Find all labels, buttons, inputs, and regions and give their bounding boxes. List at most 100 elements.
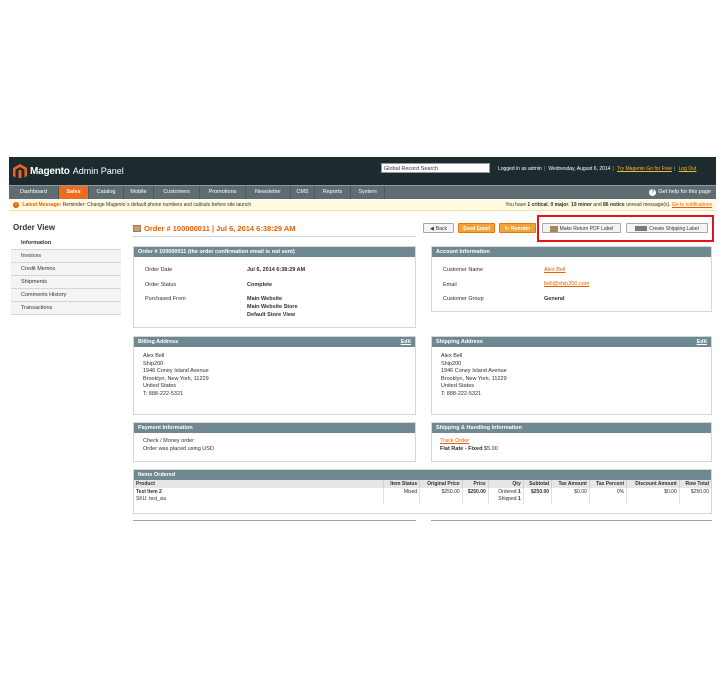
minor-count: 19 minor [571,202,592,208]
sidebar-item-comments-history[interactable]: Comments History [11,289,121,302]
sidebar-item-information[interactable]: Information [11,237,121,250]
nav-promotions[interactable]: Promotions [200,186,246,199]
col-tax-percent: Tax Percent [589,480,628,488]
help-icon: ? [649,189,657,196]
subtotal-cell: $250.00 [523,488,553,504]
logout-link[interactable]: Log Out [679,166,697,172]
shipping-edit-link[interactable]: Edit [697,337,707,347]
order-info-head: Order # 100000011 (the order confirmatio… [134,247,415,257]
payment-method: Check / Money order [143,438,195,444]
col-product: Product [134,480,384,488]
nav-system[interactable]: System [351,186,385,199]
tax-percent-cell: 0% [589,488,628,504]
latest-message: ! Latest Message: Reminder: Change Magen… [13,200,251,211]
admin-header: Magento Admin Panel Global Record Search… [9,157,716,185]
title-divider [133,236,416,237]
billing-address-title: Billing Address [138,339,179,345]
logged-in-user: admin [528,166,542,172]
shipping-line: 1946 Coney Island Avenue [441,368,507,374]
items-ordered-box: Items Ordered Product Item Status Origin… [133,469,712,514]
qty-shipped-label: Shipped [498,496,517,502]
shipping-address-lines: Alex Bell Ship200 1946 Coney Island Aven… [432,347,711,404]
purchased-from-website: Main Website [247,296,283,302]
nav-newsletter[interactable]: Newsletter [246,186,291,199]
payment-info-body: Check / Money order Order was placed usi… [134,433,415,458]
qty-ordered-label: Ordered [498,489,517,495]
magento-logo-icon [13,164,27,178]
items-ordered-head: Items Ordered [134,470,711,480]
nav-customers[interactable]: Customers [154,186,200,199]
reorder-icon: ↻ [504,226,509,232]
page-title-text: Order # 100000011 | Jul 6, 2014 6:38:29 … [144,224,296,233]
customer-group-value: General [544,296,565,302]
section-divider-right [431,520,712,521]
nav-catalog[interactable]: Catalog [89,186,124,199]
nav-dashboard[interactable]: Dashboard [9,186,59,199]
current-date: Wednesday, August 6, 2014 [548,166,611,172]
product-cell: Test Item 2 SKU: test_siu [134,488,384,504]
payment-info-box: Payment Information Check / Money order … [133,422,416,462]
billing-line: 1946 Coney Island Avenue [143,368,209,374]
shipping-handling-head: Shipping & Handling Information [432,423,711,433]
sidebar-item-credit-memos[interactable]: Credit Memos [11,263,121,276]
product-name: Test Item 2 [136,489,162,495]
nav-reports[interactable]: Reports [315,186,351,199]
back-arrow-icon: ◀ [430,226,434,232]
try-magento-go-link[interactable]: Try Magento Go for Free [617,166,672,172]
nav-sales[interactable]: Sales [59,186,89,199]
latest-message-text: Reminder: Change Magento`s default phone… [62,202,252,208]
send-email-button[interactable]: Send Email [458,223,495,233]
notification-summary: You have 1 critical, 0 major, 19 minor a… [505,202,712,208]
discount-cell: $0.00 [626,488,680,504]
global-record-search-input[interactable]: Global Record Search [381,163,490,173]
billing-address-head: Billing Address Edit [134,337,415,347]
shipping-line: T: 888-222-5321 [441,390,482,397]
billing-line: T: 888-222-5321 [143,390,184,397]
header-links: Logged in as admin | Wednesday, August 6,… [498,166,697,172]
magento-logo[interactable]: Magento Admin Panel [9,160,124,182]
billing-edit-link[interactable]: Edit [401,337,411,347]
track-order-link[interactable]: Track Order [440,438,469,444]
nav-cms[interactable]: CMS [291,186,315,199]
billing-line: Brooklyn, New York, 11229 [143,375,209,382]
help-link[interactable]: ? Get help for this page [649,186,711,199]
back-button[interactable]: ◀ Back [423,223,454,233]
items-table: Product Item Status Original Price Price… [134,480,711,504]
customer-name-label: Customer Name [443,267,484,273]
col-price: Price [462,480,489,488]
col-item-status: Item Status [383,480,421,488]
customer-name-link[interactable]: Alex Bell [544,267,565,273]
account-info-head: Account Information [432,247,711,257]
email-label: Email [443,282,457,288]
row-total-cell: $250.00 [690,489,709,495]
customer-group-label: Customer Group [443,296,484,302]
qty-ordered-value: 1 [517,489,521,495]
nav-mobile[interactable]: Mobile [124,186,154,199]
shipping-handling-body: Track Order Flat Rate - Fixed $5.00 [432,433,711,458]
item-status-cell: Mixed [383,488,421,504]
customer-email-link[interactable]: bell@ship200.com [544,281,589,287]
qty-shipped-value: 1 [517,496,521,502]
section-divider-left [133,520,416,521]
purchased-from-label: Purchased From [145,296,186,302]
go-to-notifications-link[interactable]: Go to notifications [672,202,712,208]
order-date-value: Jul 6, 2014 6:38:29 AM [247,267,306,273]
latest-message-bar: ! Latest Message: Reminder: Change Magen… [9,200,716,211]
billing-line: United States [143,383,177,389]
notification-suffix: unread message(s). [626,202,671,208]
shipping-address-box: Shipping Address Edit Alex Bell Ship200 … [431,336,712,415]
col-subtotal: Subtotal [523,480,553,488]
col-row-total: Row Total [679,480,711,488]
shipping-line: Brooklyn, New York, 11229 [441,375,507,382]
sidebar-item-shipments[interactable]: Shipments [11,276,121,289]
alert-icon: ! [13,201,19,208]
sidebar-item-transactions[interactable]: Transactions [11,302,121,315]
logged-in-label: Logged in as [498,166,527,172]
critical-count: 1 critical [527,202,548,208]
main-navigation: Dashboard Sales Catalog Mobile Customers… [9,185,716,199]
shipping-address-title: Shipping Address [436,339,483,345]
sidebar-item-invoices[interactable]: Invoices [11,250,121,263]
reorder-button[interactable]: ↻ Reorder [499,223,536,233]
col-discount-amount: Discount Amount [626,480,680,488]
latest-message-title: Latest Message: [22,202,62,208]
